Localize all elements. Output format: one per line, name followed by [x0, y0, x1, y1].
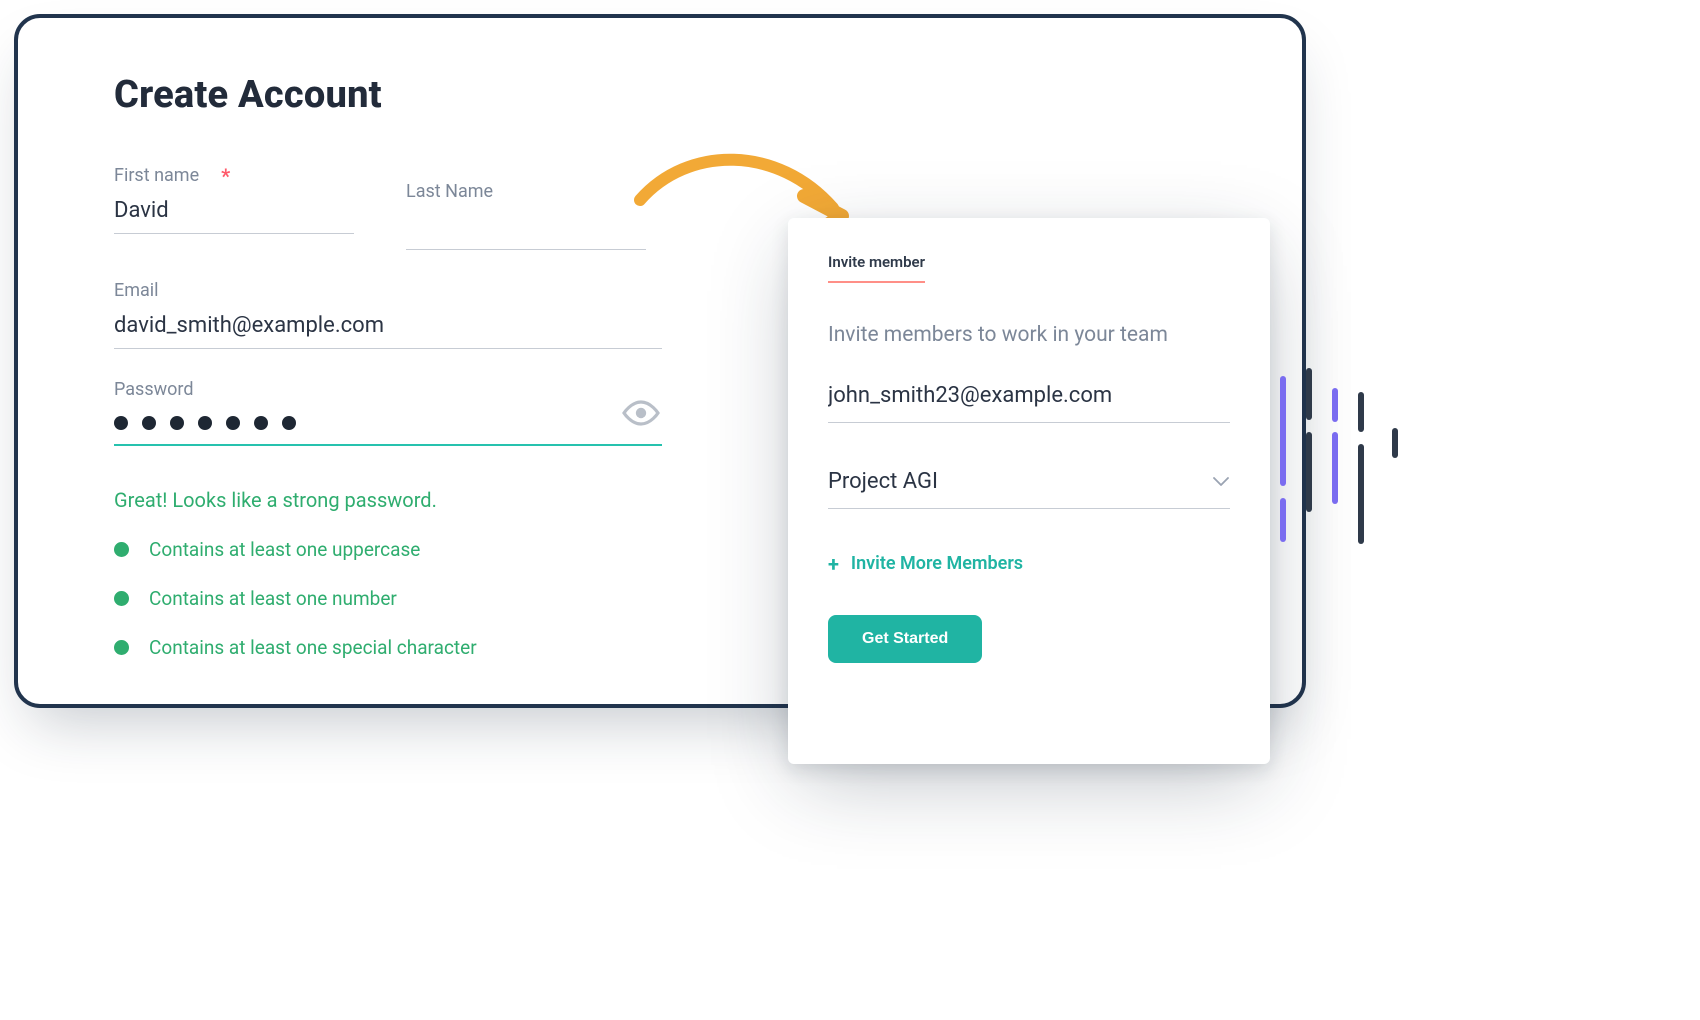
password-field: Password — [114, 379, 662, 446]
first-name-input[interactable] — [114, 192, 354, 234]
bullet-icon — [114, 542, 129, 557]
bullet-icon — [114, 640, 129, 655]
password-mask — [114, 416, 296, 430]
last-name-field: Last Name — [406, 165, 646, 250]
bullet-icon — [114, 591, 129, 606]
page-title: Create Account — [114, 73, 1206, 117]
password-input[interactable] — [114, 406, 662, 446]
invite-heading: Invite members to work in your team — [828, 323, 1230, 347]
password-label: Password — [114, 379, 662, 400]
email-label: Email — [114, 280, 662, 301]
password-check-text: Contains at least one number — [149, 587, 397, 610]
get-started-button[interactable]: Get Started — [828, 615, 982, 663]
plus-icon: + — [828, 554, 839, 574]
invite-email-input[interactable] — [828, 373, 1230, 423]
last-name-label: Last Name — [406, 181, 646, 202]
email-input[interactable] — [114, 307, 662, 349]
last-name-input[interactable] — [406, 208, 646, 250]
invite-tab[interactable]: Invite member — [828, 253, 925, 283]
get-started-label: Get Started — [862, 630, 948, 648]
first-name-label-text: First name — [114, 165, 199, 186]
invite-more-label: Invite More Members — [851, 553, 1023, 574]
required-mark: * — [221, 166, 230, 186]
password-check-text: Contains at least one uppercase — [149, 538, 420, 561]
password-check-text: Contains at least one special character — [149, 636, 477, 659]
project-select-value: Project AGI — [828, 469, 938, 494]
first-name-field: First name * — [114, 165, 354, 250]
invite-more-button[interactable]: + Invite More Members — [828, 553, 1023, 574]
invite-member-card: Invite member Invite members to work in … — [788, 218, 1270, 764]
eye-icon[interactable] — [620, 392, 662, 434]
project-select[interactable]: Project AGI — [828, 461, 1230, 509]
chevron-down-icon — [1212, 473, 1230, 491]
email-field: Email — [114, 280, 662, 349]
first-name-label: First name * — [114, 165, 354, 186]
